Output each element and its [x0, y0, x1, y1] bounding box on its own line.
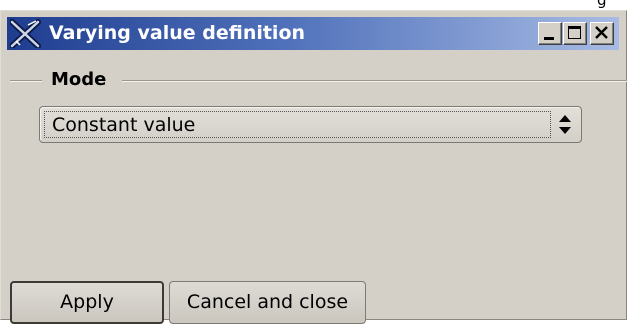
close-button[interactable]: [590, 22, 614, 45]
mode-select-value: Constant value: [52, 114, 196, 136]
background-text-fragment: g: [597, 0, 607, 9]
dialog-window: Varying value definition Mode Constant v…: [0, 10, 627, 324]
mode-group-label: Mode: [47, 69, 111, 91]
cancel-and-close-button[interactable]: Cancel and close: [169, 281, 366, 324]
groupbox-divider-right: [122, 80, 627, 82]
up-down-arrows-icon: [558, 114, 572, 135]
window-title: Varying value definition: [49, 22, 306, 44]
groupbox-divider-left: [10, 80, 42, 82]
minimize-button[interactable]: [538, 22, 562, 45]
app-logo-icon: [9, 19, 42, 49]
title-bar[interactable]: Varying value definition: [7, 17, 619, 50]
maximize-button[interactable]: [563, 22, 587, 45]
mode-select[interactable]: Constant value: [39, 106, 582, 143]
apply-button[interactable]: Apply: [10, 281, 164, 324]
